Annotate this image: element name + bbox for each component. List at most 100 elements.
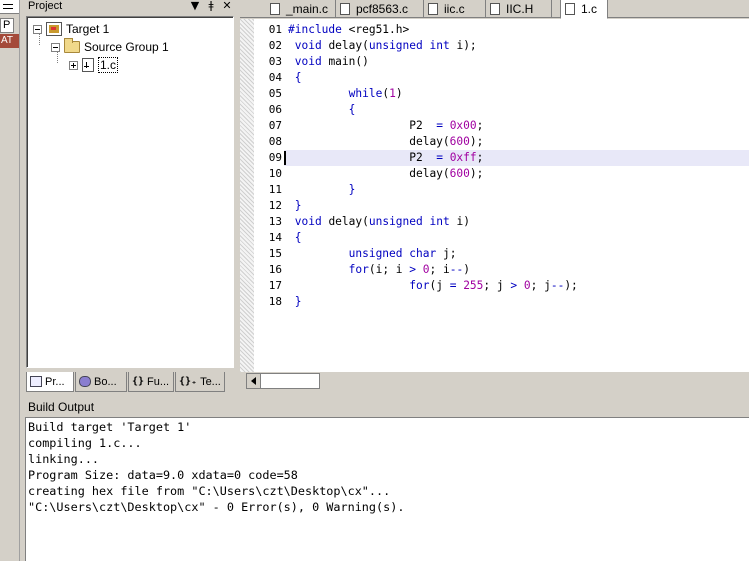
line-number: 12 <box>268 199 282 212</box>
code-line[interactable]: delay(600); <box>284 134 749 150</box>
templates-icon: {}₊ <box>179 376 198 387</box>
c-file-icon <box>82 58 94 72</box>
build-output-text[interactable]: Build target 'Target 1' compiling 1.c...… <box>25 417 749 561</box>
code-line[interactable]: P2 = 0x00; <box>284 118 749 134</box>
file-icon <box>565 3 575 15</box>
tab-books[interactable]: Bo... <box>75 372 127 392</box>
build-line: creating hex file from "C:\Users\czt\Des… <box>28 484 391 498</box>
project-panel: Project ▼ ǂ ✕ Target 1 Source Group 1 1.… <box>22 0 236 396</box>
tab-label: pcf8563.c <box>356 2 409 16</box>
code-line[interactable]: void delay(unsigned int i) <box>284 214 749 230</box>
folder-icon <box>64 38 80 53</box>
left-strip-item[interactable]: P <box>0 18 14 33</box>
code-line[interactable]: { <box>284 102 749 118</box>
build-line: Program Size: data=9.0 xdata=0 code=58 <box>28 468 298 482</box>
line-number: 10 <box>268 167 282 180</box>
code-line[interactable]: { <box>284 70 749 86</box>
code-line-current[interactable]: P2 = 0xff; <box>284 150 749 166</box>
line-number: 08 <box>268 135 282 148</box>
editor-tab-bar: _main.c pcf8563.c iic.c IIC.H 1.c <box>240 0 749 19</box>
line-number: 06 <box>268 103 282 116</box>
tab-label: Fu... <box>147 375 170 388</box>
code-line[interactable]: for(j = 255; j > 0; j--); <box>284 278 749 294</box>
tab-iic-c[interactable]: iic.c <box>424 0 486 18</box>
code-line[interactable]: for(i; i > 0; i--) <box>284 262 749 278</box>
tab-label: _main.c <box>286 2 329 16</box>
tab-label: 1.c <box>581 2 598 16</box>
code-editor[interactable]: 01 02 03 04 05 06 07 08 09 10 11 12 13 1… <box>240 19 749 372</box>
line-number: 13 <box>268 215 282 228</box>
tree-item-label: Source Group 1 <box>84 40 169 54</box>
functions-icon: {} <box>132 376 145 387</box>
tab-project[interactable]: Pr... <box>26 372 74 392</box>
dropdown-icon[interactable]: ▼ <box>190 0 200 12</box>
project-panel-tabs: Pr... Bo... {} Fu... {}₊ Te... <box>26 372 226 392</box>
tab-main-c[interactable]: _main.c <box>266 0 336 18</box>
tab-1-c[interactable]: 1.c <box>560 0 608 19</box>
build-output-title: Build Output <box>28 400 95 414</box>
line-number: 15 <box>268 247 282 260</box>
line-number: 07 <box>268 119 282 132</box>
left-strip-item-highlight[interactable]: AT <box>0 34 19 48</box>
tab-label: Bo... <box>94 375 117 388</box>
tab-templates[interactable]: {}₊ Te... <box>175 372 225 392</box>
panel-controls: ▼ ǂ ✕ <box>190 0 232 12</box>
tree-item-label: Target 1 <box>66 22 110 36</box>
code-line[interactable]: unsigned char j; <box>284 246 749 262</box>
tab-pcf8563-c[interactable]: pcf8563.c <box>336 0 424 18</box>
code-line[interactable]: delay(600); <box>284 166 749 182</box>
line-number: 16 <box>268 263 282 276</box>
editor-horizontal-scrollbar[interactable] <box>240 372 749 390</box>
line-number: 04 <box>268 71 282 84</box>
build-line: Build target 'Target 1' <box>28 420 192 434</box>
code-line[interactable]: } <box>284 198 749 214</box>
scroll-left-icon[interactable] <box>247 374 261 388</box>
file-icon <box>270 3 280 15</box>
code-line[interactable]: } <box>284 182 749 198</box>
line-number: 09 <box>268 151 282 164</box>
scrollbar-filler <box>320 373 749 389</box>
line-number: 03 <box>268 55 282 68</box>
tree-item-label: 1.c <box>98 57 119 73</box>
tab-label: IIC.H <box>506 2 534 16</box>
code-area[interactable]: #include <reg51.h> void delay(unsigned i… <box>284 19 749 372</box>
build-line: linking... <box>28 452 100 466</box>
code-line[interactable]: { <box>284 230 749 246</box>
tree-item-file[interactable]: 1.c <box>69 57 119 73</box>
project-tree: Target 1 Source Group 1 1.c <box>26 16 234 368</box>
expand-icon[interactable] <box>69 60 78 70</box>
line-number: 18 <box>268 295 282 308</box>
tab-label: Te... <box>200 375 221 388</box>
left-edge-strip: P AT <box>0 0 20 561</box>
build-line: "C:\Users\czt\Desktop\cx" - 0 Error(s), … <box>28 500 405 514</box>
close-icon[interactable]: ✕ <box>222 0 232 12</box>
line-number: 14 <box>268 231 282 244</box>
line-number: 11 <box>268 183 282 196</box>
tab-functions[interactable]: {} Fu... <box>128 372 174 392</box>
scrollbar-track[interactable] <box>246 373 320 389</box>
line-number: 05 <box>268 87 282 100</box>
code-line[interactable]: while(1) <box>284 86 749 102</box>
pin-icon[interactable]: ǂ <box>206 0 216 12</box>
books-icon <box>79 376 91 387</box>
tree-item-target[interactable]: Target 1 <box>33 21 109 37</box>
tab-label: Pr... <box>45 375 65 388</box>
line-number: 01 <box>268 23 282 36</box>
editor-gutter[interactable] <box>240 19 254 372</box>
code-line[interactable]: } <box>284 294 749 310</box>
code-line[interactable]: #include <reg51.h> <box>284 22 749 38</box>
line-numbers: 01 02 03 04 05 06 07 08 09 10 11 12 13 1… <box>254 19 284 372</box>
code-line[interactable]: void delay(unsigned int i); <box>284 38 749 54</box>
tab-iic-h[interactable]: IIC.H <box>486 0 552 18</box>
collapse-icon[interactable] <box>33 24 42 34</box>
collapse-icon[interactable] <box>51 42 60 52</box>
file-icon <box>340 3 350 15</box>
build-output-panel: Build Output Build target 'Target 1' com… <box>22 398 749 561</box>
tree-item-source-group[interactable]: Source Group 1 <box>51 38 169 55</box>
tab-label: iic.c <box>444 2 465 16</box>
build-line: compiling 1.c... <box>28 436 142 450</box>
file-icon <box>428 3 438 15</box>
file-icon <box>490 3 500 15</box>
code-line[interactable]: void main() <box>284 54 749 70</box>
menu-icon[interactable] <box>0 0 19 14</box>
